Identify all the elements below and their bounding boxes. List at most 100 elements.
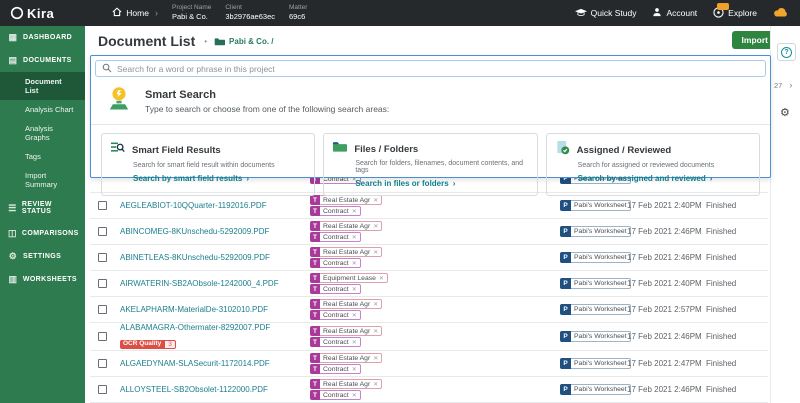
search-bar: [95, 60, 766, 77]
tag-remove-icon[interactable]: ✕: [352, 260, 357, 267]
import-date: 17 Feb 2021 2:46PM: [627, 227, 706, 236]
sidebar-item-dashboard[interactable]: ▦ DASHBOARD: [0, 26, 85, 49]
status-text: Finished: [706, 279, 768, 288]
document-link[interactable]: ALGAEDYNAM-SLASecurit-1172014.PDF: [120, 359, 310, 368]
tag-label: Contract: [323, 312, 349, 319]
tag-chip: TReal Estate Agr✕: [310, 299, 560, 309]
tag-remove-icon[interactable]: ✕: [373, 223, 378, 230]
sidebar-item-review-status[interactable]: ☰ REVIEW STATUS: [0, 194, 85, 222]
tag-chip: TReal Estate Agr✕: [310, 353, 560, 363]
worksheet-badge[interactable]: PPabi's Worksheet: [560, 358, 631, 369]
row-checkbox[interactable]: [98, 227, 107, 236]
card-files-folders[interactable]: Files / Folders Search for folders, file…: [323, 133, 537, 196]
worksheet-badge[interactable]: PPabi's Worksheet: [560, 304, 631, 315]
breadcrumb-dot: •: [204, 37, 207, 46]
smart-search-lamp-icon: [105, 85, 133, 118]
search-by-smart-field-link[interactable]: Search by smart field results›: [133, 174, 306, 183]
table-settings-gear-icon[interactable]: ⚙: [780, 106, 790, 119]
sidebar-item-documents[interactable]: ▤ DOCUMENTS: [0, 49, 85, 72]
sidebar-item-analysis-graphs[interactable]: Analysis Graphs: [0, 119, 85, 147]
explore-button[interactable]: Explore: [713, 7, 757, 20]
account-button[interactable]: Account: [652, 7, 697, 19]
kira-logo-text: Kira: [27, 6, 54, 21]
worksheet-icon: P: [560, 252, 571, 263]
next-page-chevron[interactable]: ›: [789, 80, 792, 90]
home-link[interactable]: Home ›: [112, 7, 158, 19]
page-count: 27: [774, 81, 782, 90]
tag-chip: TContract✕: [310, 337, 560, 347]
row-checkbox[interactable]: [98, 385, 107, 394]
sidebar-item-tags[interactable]: Tags: [0, 147, 85, 166]
sidebar-item-document-list[interactable]: Document List: [0, 72, 85, 100]
table-row: AKELAPHARM-MaterialDe-3102010.PDFTReal E…: [90, 297, 768, 323]
search-by-assigned-link[interactable]: Search by assigned and reviewed›: [578, 174, 751, 183]
smart-search-overlay: Smart Search Type to search or choose fr…: [90, 55, 771, 178]
cloud-upload-icon[interactable]: [773, 4, 788, 22]
ocr-quality-badge: OCR Quality3: [120, 340, 176, 349]
smart-search-subtitle: Type to search or choose from one of the…: [145, 104, 389, 114]
document-link[interactable]: ALLOYSTEEL-SB2Obsolet-1122000.PDF: [120, 385, 310, 394]
tag-label: Real Estate Agr: [323, 249, 370, 256]
right-rail: ? 27 › ⚙: [770, 26, 800, 403]
matter-meta: Matter 69c6: [289, 4, 307, 22]
tag-icon: T: [310, 353, 320, 363]
tag-chip: TContract✕: [310, 364, 560, 374]
row-checkbox[interactable]: [98, 253, 107, 262]
worksheet-badge[interactable]: PPabi's Worksheet: [560, 384, 631, 395]
tag-remove-icon[interactable]: ✕: [352, 339, 357, 346]
row-checkbox[interactable]: [98, 332, 107, 341]
tag-remove-icon[interactable]: ✕: [379, 275, 384, 282]
sidebar-item-analysis-chart[interactable]: Analysis Chart: [0, 100, 85, 119]
card-assigned-reviewed[interactable]: Assigned / Reviewed Search for assigned …: [546, 133, 760, 196]
import-date: 17 Feb 2021 2:57PM: [627, 305, 706, 314]
sidebar-item-comparisons[interactable]: ◫ COMPARISONS: [0, 222, 85, 245]
page-title: Document List: [98, 33, 195, 49]
tag-remove-icon[interactable]: ✕: [352, 208, 357, 215]
sidebar-item-worksheets[interactable]: ▥ WORKSHEETS: [0, 268, 85, 291]
home-icon: [112, 7, 122, 19]
tag-remove-icon[interactable]: ✕: [352, 286, 357, 293]
worksheet-badge[interactable]: PPabi's Worksheet: [560, 278, 631, 289]
worksheet-badge[interactable]: PPabi's Worksheet: [560, 226, 631, 237]
quick-study-button[interactable]: Quick Study: [575, 8, 637, 19]
kira-logo[interactable]: Kira: [0, 6, 64, 21]
smart-search-title: Smart Search: [145, 89, 389, 101]
sidebar: ▦ DASHBOARD ▤ DOCUMENTS Document List An…: [0, 26, 85, 403]
tag-remove-icon[interactable]: ✕: [373, 301, 378, 308]
tag-remove-icon[interactable]: ✕: [352, 312, 357, 319]
tag-label: Real Estate Agr: [323, 301, 370, 308]
row-checkbox[interactable]: [98, 279, 107, 288]
help-button[interactable]: ?: [777, 43, 796, 61]
tag-remove-icon[interactable]: ✕: [352, 234, 357, 241]
tag-remove-icon[interactable]: ✕: [352, 366, 357, 373]
tag-remove-icon[interactable]: ✕: [373, 381, 378, 388]
tag-remove-icon[interactable]: ✕: [373, 328, 378, 335]
worksheet-badge[interactable]: PPabi's Worksheet: [560, 252, 631, 263]
tag-icon: T: [310, 326, 320, 336]
tag-remove-icon[interactable]: ✕: [352, 392, 357, 399]
search-in-files-link[interactable]: Search in files or folders›: [355, 179, 528, 188]
smart-search-intro: Smart Search Type to search or choose fr…: [91, 77, 770, 125]
breadcrumb-project[interactable]: Pabi & Co. /: [229, 37, 273, 46]
card-smart-field-results[interactable]: Smart Field Results Search for smart fie…: [101, 133, 315, 196]
document-link[interactable]: ALABAMAGRA-Othermater-8292007.PDF: [120, 323, 310, 332]
row-checkbox[interactable]: [98, 359, 107, 368]
worksheet-icon: P: [560, 226, 571, 237]
document-link[interactable]: ABINETLEAS-8KUnschedu-5292009.PDF: [120, 253, 310, 262]
search-input[interactable]: [117, 64, 759, 74]
tag-remove-icon[interactable]: ✕: [373, 355, 378, 362]
sidebar-item-import-summary[interactable]: Import Summary: [0, 166, 85, 194]
sidebar-item-settings[interactable]: ⚙ SETTINGS: [0, 245, 85, 268]
document-table: TContract✕PPabi's WorksheetAEGLEABIOT-10…: [90, 172, 768, 403]
worksheet-icon: P: [560, 331, 571, 342]
document-link[interactable]: ABINCOMEG-8KUnschedu-5292009.PDF: [120, 227, 310, 236]
breadcrumb-chevron: ›: [155, 8, 158, 18]
document-link[interactable]: AKELAPHARM-MaterialDe-3102010.PDF: [120, 305, 310, 314]
row-checkbox[interactable]: [98, 305, 107, 314]
tag-icon: T: [310, 284, 320, 294]
tag-remove-icon[interactable]: ✕: [373, 249, 378, 256]
status-text: Finished: [706, 332, 768, 341]
worksheet-badge[interactable]: PPabi's Worksheet: [560, 331, 631, 342]
status-text: Finished: [706, 305, 768, 314]
document-link[interactable]: AIRWATERIN-SB2AObsole-1242000_4.PDF: [120, 279, 310, 288]
